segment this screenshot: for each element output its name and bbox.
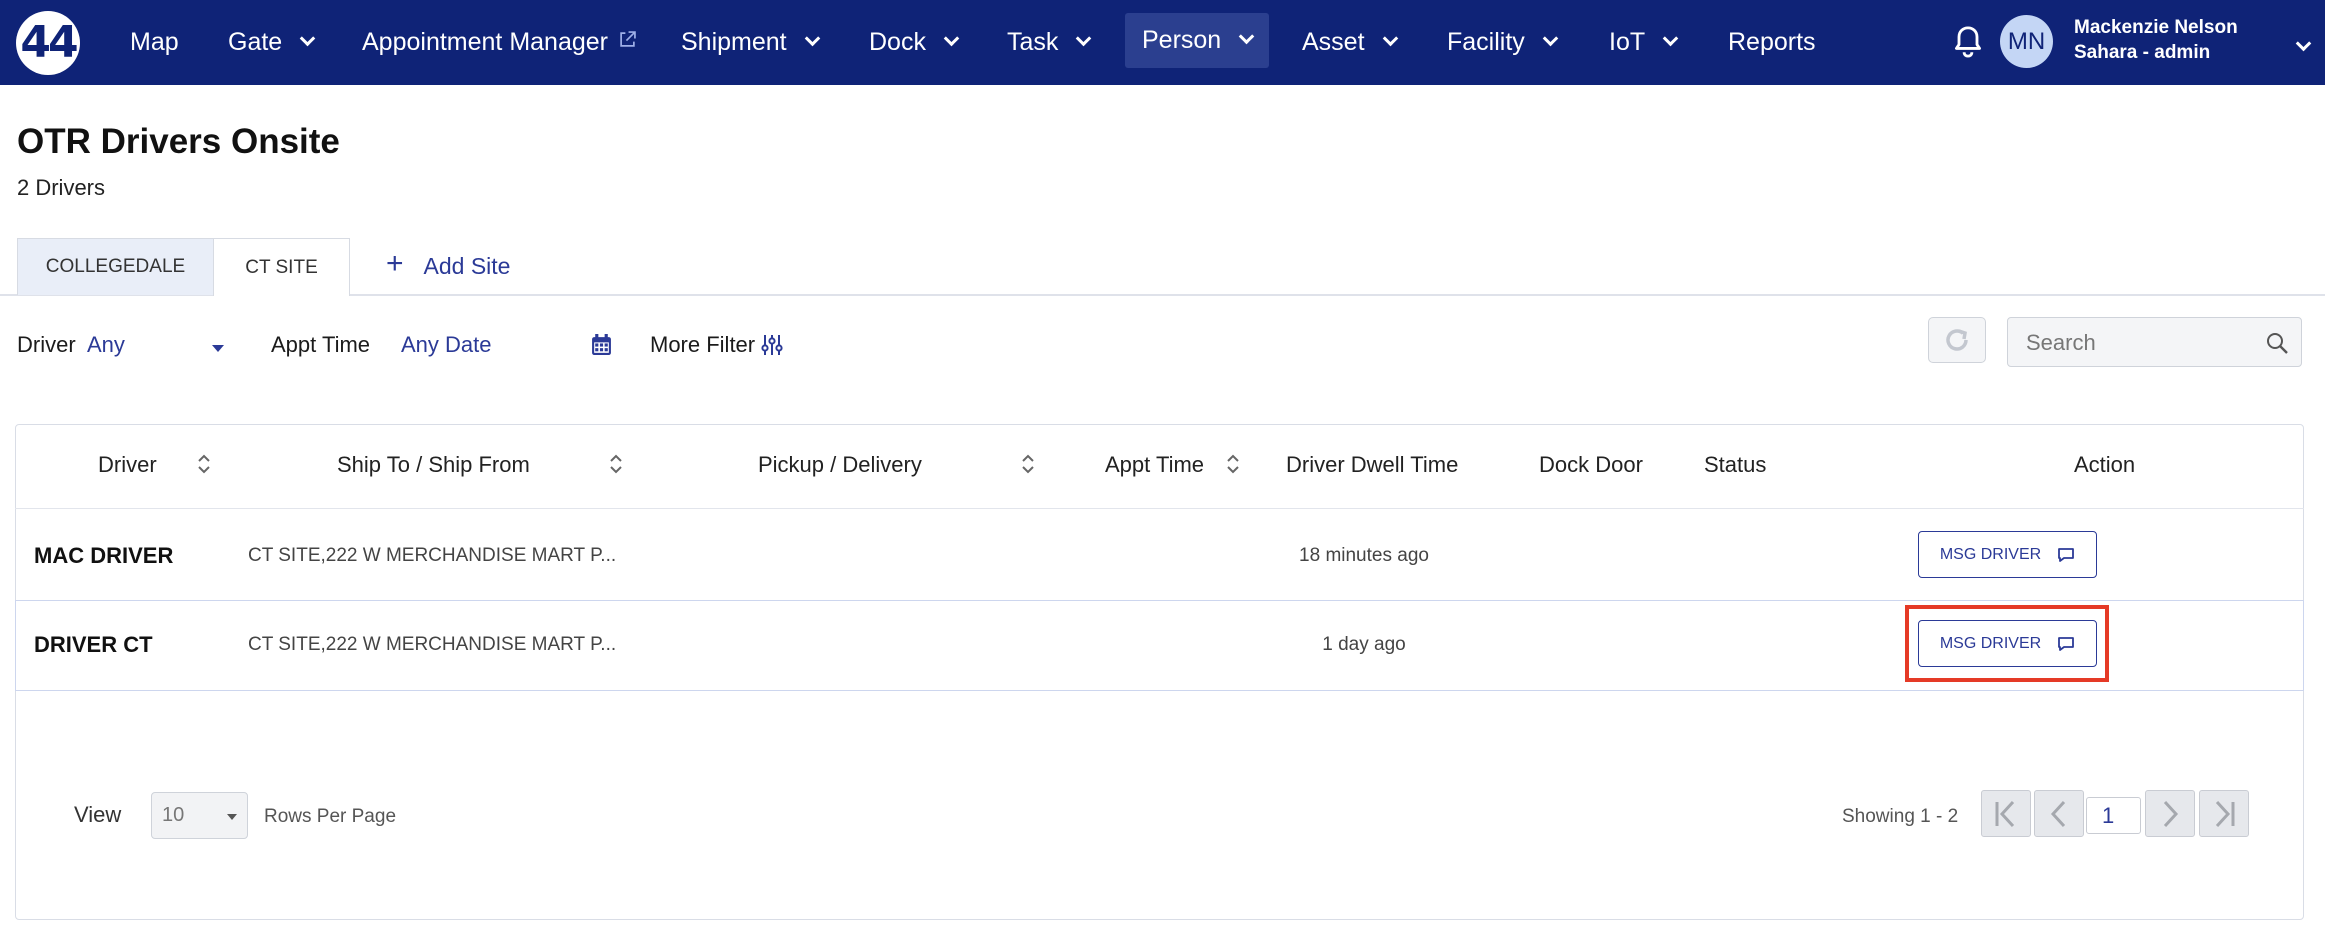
caret-down-icon[interactable] bbox=[212, 345, 224, 352]
nav-item-gate[interactable]: Gate bbox=[228, 0, 316, 85]
plus-icon: + bbox=[386, 247, 404, 280]
chat-icon bbox=[2058, 547, 2075, 562]
calendar-icon[interactable] bbox=[591, 334, 612, 356]
nav-item-appointment-manager[interactable]: Appointment Manager bbox=[362, 0, 636, 85]
driver-filter-select[interactable]: Any bbox=[87, 332, 125, 358]
nav-item-label: Shipment bbox=[681, 28, 787, 56]
sort-icon[interactable] bbox=[197, 452, 211, 476]
ship-to-address: CT SITE,222 W MERCHANDISE MART P... bbox=[248, 545, 617, 566]
sliders-icon bbox=[761, 335, 783, 355]
tab-ct-site[interactable]: CT SITE bbox=[213, 238, 350, 296]
rows-per-page-value: 10 bbox=[162, 804, 185, 826]
nav-item-label: Dock bbox=[869, 28, 926, 56]
app-logo[interactable]: 44 bbox=[16, 11, 80, 75]
sort-icon[interactable] bbox=[609, 452, 623, 476]
nav-item-asset[interactable]: Asset bbox=[1302, 0, 1398, 85]
nav-item-person[interactable]: Person bbox=[1125, 13, 1270, 68]
nav-item-shipment[interactable]: Shipment bbox=[681, 0, 820, 85]
caret-down-icon bbox=[227, 814, 237, 820]
tab-collegedale[interactable]: COLLEGEDALE bbox=[17, 238, 214, 295]
highlight-box bbox=[1905, 605, 2109, 682]
chevron-down-icon bbox=[1238, 28, 1255, 45]
chevron-down-icon bbox=[804, 30, 820, 47]
nav-item-map[interactable]: Map bbox=[130, 0, 179, 85]
last-page-button[interactable] bbox=[2199, 790, 2249, 837]
sort-icon[interactable] bbox=[1021, 452, 1035, 476]
chevron-down-icon bbox=[1382, 30, 1398, 47]
top-navigation-bar: 44 Map Gate Appointment Manager Shipment… bbox=[0, 0, 2325, 85]
refresh-icon bbox=[1946, 329, 1968, 351]
column-header-status: Status bbox=[1704, 452, 1767, 477]
column-header-appt-time[interactable]: Appt Time bbox=[1105, 452, 1204, 478]
column-header-dock-door: Dock Door bbox=[1539, 452, 1643, 477]
column-header-pickup-delivery[interactable]: Pickup / Delivery bbox=[758, 452, 922, 478]
showing-range: Showing 1 - 2 bbox=[1842, 806, 1959, 827]
page-number-input[interactable]: 1 bbox=[2086, 797, 2141, 834]
add-site-label: Add Site bbox=[423, 252, 511, 279]
external-link-icon bbox=[620, 31, 636, 47]
driver-name: MAC DRIVER bbox=[34, 543, 174, 568]
nav-item-label: Facility bbox=[1447, 28, 1525, 56]
previous-page-button[interactable] bbox=[2034, 790, 2084, 837]
search-input[interactable] bbox=[2026, 329, 2246, 357]
chevron-left-icon bbox=[2050, 800, 2066, 827]
nav-item-dock[interactable]: Dock bbox=[869, 0, 960, 85]
more-filter-button[interactable]: More Filter bbox=[650, 332, 784, 358]
tab-label: COLLEGEDALE bbox=[45, 256, 186, 277]
msg-driver-label: MSG DRIVER bbox=[1939, 545, 2042, 563]
chevron-down-icon bbox=[299, 30, 316, 47]
nav-item-label: Appointment Manager bbox=[362, 28, 608, 56]
nav-item-label: Gate bbox=[228, 28, 283, 56]
rows-per-page-select[interactable]: 10 bbox=[151, 792, 248, 839]
page-title: OTR Drivers Onsite bbox=[17, 122, 340, 161]
chevron-down-icon bbox=[1662, 30, 1679, 47]
bell-icon[interactable] bbox=[1952, 24, 1984, 60]
nav-item-label: Task bbox=[1007, 28, 1059, 56]
add-site-button[interactable]: + Add Site bbox=[386, 247, 511, 282]
first-page-icon bbox=[1995, 800, 2015, 827]
user-name: Mackenzie Nelson bbox=[2074, 17, 2238, 38]
nav-item-label: Person bbox=[1142, 26, 1222, 54]
column-header-ship-to-ship-from[interactable]: Ship To / Ship From bbox=[337, 452, 530, 478]
tab-label: CT SITE bbox=[245, 256, 318, 278]
driver-count: 2 Drivers bbox=[17, 175, 106, 200]
table-header-divider bbox=[15, 508, 2304, 509]
column-header-action: Action bbox=[2074, 452, 2136, 477]
view-label: View bbox=[74, 802, 122, 827]
msg-driver-button[interactable]: MSG DRIVER bbox=[1918, 531, 2097, 578]
nav-item-facility[interactable]: Facility bbox=[1447, 0, 1559, 85]
next-page-button[interactable] bbox=[2145, 790, 2195, 837]
appt-date-picker[interactable]: Any Date bbox=[401, 332, 492, 358]
chevron-down-icon bbox=[943, 30, 960, 47]
nav-item-label: Reports bbox=[1728, 28, 1816, 56]
sort-icon[interactable] bbox=[1226, 452, 1240, 476]
chevron-down-icon bbox=[1076, 30, 1092, 47]
driver-name: DRIVER CT bbox=[34, 632, 153, 657]
column-header-driver[interactable]: Driver bbox=[98, 452, 157, 478]
dwell-time: 18 minutes ago bbox=[1299, 545, 1429, 566]
dwell-time: 1 day ago bbox=[1322, 634, 1406, 655]
chevron-right-icon bbox=[2163, 800, 2179, 827]
search-icon[interactable] bbox=[2265, 331, 2289, 355]
driver-filter-label: Driver bbox=[17, 332, 76, 357]
avatar[interactable]: MN bbox=[2000, 15, 2053, 68]
last-page-icon bbox=[2215, 800, 2235, 827]
nav-item-label: Map bbox=[130, 28, 179, 56]
nav-item-task[interactable]: Task bbox=[1007, 0, 1092, 85]
nav-item-label: Asset bbox=[1302, 28, 1365, 56]
chevron-down-icon bbox=[1542, 30, 1559, 47]
refresh-button[interactable] bbox=[1928, 317, 1986, 363]
column-header-driver-dwell-time: Driver Dwell Time bbox=[1286, 452, 1459, 477]
chevron-down-icon[interactable] bbox=[2295, 35, 2312, 52]
user-role: Sahara - admin bbox=[2074, 42, 2211, 63]
appt-time-filter-label: Appt Time bbox=[271, 332, 371, 357]
nav-item-label: IoT bbox=[1609, 28, 1646, 56]
first-page-button[interactable] bbox=[1981, 790, 2031, 837]
nav-item-iot[interactable]: IoT bbox=[1609, 0, 1679, 85]
search-box[interactable] bbox=[2007, 317, 2302, 367]
nav-item-reports[interactable]: Reports bbox=[1728, 0, 1816, 85]
ship-to-address: CT SITE,222 W MERCHANDISE MART P... bbox=[248, 634, 617, 655]
more-filter-label: More Filter bbox=[650, 332, 756, 357]
rows-per-page-label: Rows Per Page bbox=[264, 806, 397, 827]
